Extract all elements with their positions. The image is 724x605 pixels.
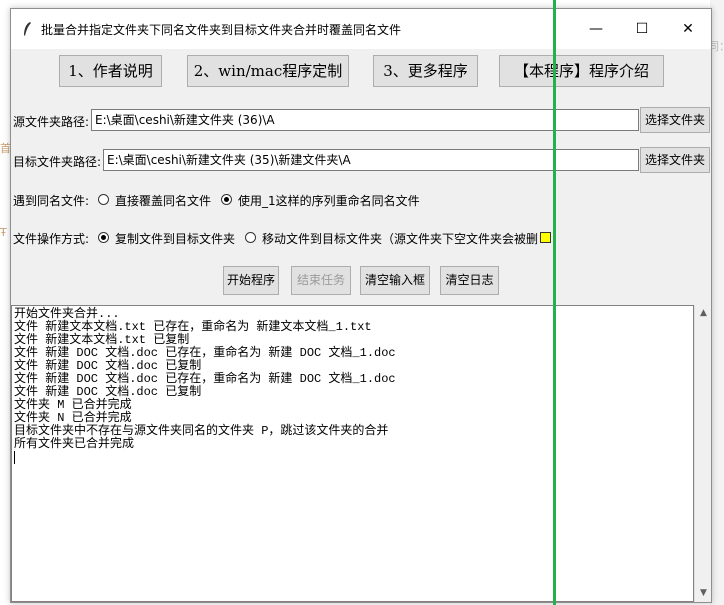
clear-log-button[interactable]: 清空日志: [440, 266, 499, 295]
partial-checkbox[interactable]: [540, 232, 551, 243]
author-info-button[interactable]: 1、作者说明: [59, 55, 162, 87]
source-path-input[interactable]: E:\桌面\ceshi\新建文件夹 (36)\A: [91, 109, 639, 131]
background-left-fragment: Ŧ: [0, 226, 7, 239]
move-radio[interactable]: [245, 232, 256, 243]
custom-program-button[interactable]: 2、win/mac程序定制: [187, 55, 349, 87]
close-icon: ✕: [682, 21, 694, 37]
maximize-icon: ☐: [635, 21, 649, 37]
target-path-input[interactable]: E:\桌面\ceshi\新建文件夹 (35)\新建文件夹\A: [103, 149, 639, 171]
overwrite-radio[interactable]: [98, 194, 109, 205]
target-path-label: 目标文件夹路径:: [13, 155, 102, 169]
operation-label: 文件操作方式:: [13, 232, 90, 246]
move-option-label[interactable]: 移动文件到目标文件夹（源文件夹下空文件夹会被删: [262, 230, 538, 247]
log-line: 所有文件夹已合并完成: [14, 437, 135, 451]
minimize-icon: —: [589, 21, 603, 37]
copy-option-label[interactable]: 复制文件到目标文件夹: [115, 230, 235, 247]
log-textbox[interactable]: 开始文件夹合并... 文件 新建文本文档.txt 已存在，重命名为 新建文本文档…: [11, 305, 694, 602]
window-title: 批量合并指定文件夹下同名文件夹到目标文件夹合并时覆盖同名文件: [41, 23, 402, 37]
stop-button: 结束任务: [291, 266, 351, 295]
background-window-edge: [710, 0, 724, 605]
source-browse-button[interactable]: 选择文件夹: [640, 107, 710, 133]
duplicate-label: 遇到同名文件:: [13, 194, 90, 208]
text-cursor: [14, 451, 15, 464]
clear-input-button[interactable]: 清空输入框: [360, 266, 430, 295]
program-intro-button[interactable]: 【本程序】程序介绍: [499, 55, 664, 87]
copy-radio[interactable]: [98, 232, 109, 243]
minimize-button[interactable]: —: [573, 9, 619, 49]
rename-option-label[interactable]: 使用_1这样的序列重命名同名文件: [238, 192, 420, 209]
close-button[interactable]: ✕: [665, 9, 711, 49]
feather-icon: [24, 22, 31, 36]
title-bar[interactable]: 批量合并指定文件夹下同名文件夹到目标文件夹合并时覆盖同名文件 — ☐ ✕: [11, 9, 711, 49]
app-window: 批量合并指定文件夹下同名文件夹到目标文件夹合并时覆盖同名文件 — ☐ ✕ 1、作…: [10, 8, 712, 603]
scroll-down-icon[interactable]: ▼: [695, 585, 711, 602]
more-programs-button[interactable]: 3、更多程序: [373, 55, 478, 87]
maximize-button[interactable]: ☐: [619, 9, 665, 49]
overwrite-option-label[interactable]: 直接覆盖同名文件: [115, 192, 211, 209]
log-scrollbar[interactable]: ▲ ▼: [694, 305, 711, 602]
overlay-guide-line: [553, 0, 556, 605]
start-button[interactable]: 开始程序: [223, 266, 279, 295]
source-path-label: 源文件夹路径:: [13, 115, 90, 129]
scroll-up-icon[interactable]: ▲: [695, 305, 711, 322]
rename-radio[interactable]: [221, 194, 232, 205]
target-browse-button[interactable]: 选择文件夹: [640, 147, 710, 173]
